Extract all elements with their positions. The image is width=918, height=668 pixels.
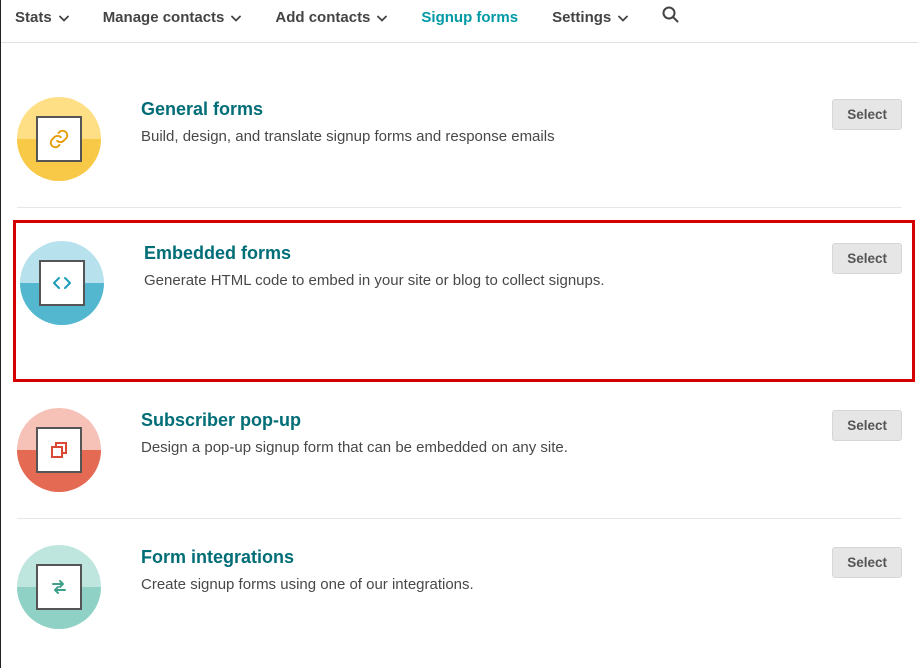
card-desc: Build, design, and translate signup form… xyxy=(141,128,832,145)
select-button[interactable]: Select xyxy=(832,547,902,578)
link-icon xyxy=(48,128,70,150)
card-title: Form integrations xyxy=(141,547,832,568)
card-desc: Create signup forms using one of our int… xyxy=(141,576,832,593)
card-title: Embedded forms xyxy=(144,243,832,264)
subscriber-popup-icon xyxy=(17,408,101,492)
embedded-forms-icon xyxy=(20,241,104,325)
form-integrations-icon xyxy=(17,545,101,629)
nav-manage-contacts[interactable]: Manage contacts xyxy=(103,9,242,26)
popup-icon xyxy=(49,440,69,460)
card-subscriber-popup: Subscriber pop-up Design a pop-up signup… xyxy=(17,382,902,519)
nav-settings[interactable]: Settings xyxy=(552,9,628,26)
arrows-icon xyxy=(49,577,69,597)
select-button[interactable]: Select xyxy=(832,99,902,130)
chevron-down-icon xyxy=(618,15,628,22)
code-icon xyxy=(51,275,73,291)
card-general-forms: General forms Build, design, and transla… xyxy=(17,43,902,208)
card-form-integrations: Form integrations Create signup forms us… xyxy=(17,519,902,655)
card-title: Subscriber pop-up xyxy=(141,410,832,431)
general-forms-icon xyxy=(17,97,101,181)
nav-add-contacts[interactable]: Add contacts xyxy=(275,9,387,26)
card-desc: Generate HTML code to embed in your site… xyxy=(144,272,832,289)
nav-manage-contacts-label: Manage contacts xyxy=(103,9,225,26)
card-desc: Design a pop-up signup form that can be … xyxy=(141,439,832,456)
nav-stats-label: Stats xyxy=(15,9,52,26)
select-button[interactable]: Select xyxy=(832,410,902,441)
top-nav: Stats Manage contacts Add contacts Signu… xyxy=(1,0,918,43)
nav-settings-label: Settings xyxy=(552,9,611,26)
card-title: General forms xyxy=(141,99,832,120)
form-list: General forms Build, design, and transla… xyxy=(1,43,918,655)
card-embedded-forms: Embedded forms Generate HTML code to emb… xyxy=(13,220,915,382)
nav-stats[interactable]: Stats xyxy=(15,9,69,26)
nav-signup-forms[interactable]: Signup forms xyxy=(421,9,518,26)
select-button[interactable]: Select xyxy=(832,243,902,274)
chevron-down-icon xyxy=(231,15,241,22)
search-icon[interactable] xyxy=(662,6,679,28)
nav-signup-forms-label: Signup forms xyxy=(421,9,518,26)
chevron-down-icon xyxy=(377,15,387,22)
chevron-down-icon xyxy=(59,15,69,22)
nav-add-contacts-label: Add contacts xyxy=(275,9,370,26)
